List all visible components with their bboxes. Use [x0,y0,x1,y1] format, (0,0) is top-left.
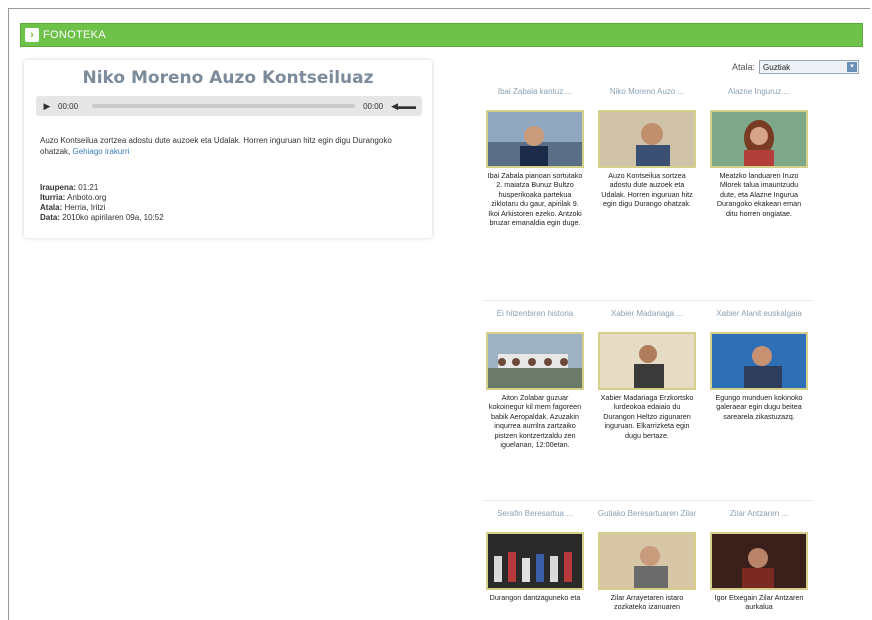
grid-item[interactable]: Serafin Beresartua ... Durangon dantzagu… [483,508,587,602]
item-summary: Aiton Zolabar guzuar kokoinegur kil mem … [488,393,582,450]
item-summary: Egungo munduen kokinoko galeraear egin d… [715,393,803,421]
item-thumbnail[interactable] [598,532,696,590]
item-thumbnail[interactable] [486,532,584,590]
item-title[interactable]: Xabier Madariaga ... [595,308,699,332]
portrait-image [600,112,694,166]
section-select[interactable]: Guztiak ▾ [759,60,860,74]
item-summary: Igor Etxegain Zilar Antzaren aurkalua [714,593,804,612]
meta-row: Iraupena: 01:21 [40,183,164,193]
item-title[interactable]: Zilar Antzaren ... [707,508,811,532]
item-thumbnail[interactable] [710,332,808,390]
filter-label: Atala: [732,62,756,72]
select-value: Guztiak [763,62,791,72]
item-title[interactable]: Niko Moreno Auzo ... [595,86,699,110]
grid-item[interactable]: Xabier Madariaga ... Xabier Madariaga Er… [595,308,699,440]
item-title[interactable]: Xabier Alanit euskalgaia [707,308,811,332]
seek-bar[interactable] [92,104,356,108]
item-title[interactable]: Serafin Beresartua ... [483,508,587,532]
time-current: 00:00 [58,101,79,111]
meta-value: Anboto.org [67,193,107,202]
audio-meta: Iraupena: 01:21 Iturria: Anboto.org Atal… [40,183,164,223]
arrow-right-icon: › [25,28,39,42]
portrait-image [712,334,806,388]
portrait-image [712,534,806,588]
item-thumbnail[interactable] [486,110,584,168]
item-title[interactable]: Ibai Zabala kantuz ... [483,86,587,110]
audio-description: Auzo Kontseilua zortzea adostu dute auzo… [40,135,420,157]
item-thumbnail[interactable] [598,332,696,390]
meta-label: Iturria: [40,193,66,202]
grid-item[interactable]: Zilar Antzaren ... Igor Etxegain Zilar A… [707,508,811,612]
meta-label: Iraupena: [40,183,77,192]
crowd-photo-image [488,534,582,588]
item-summary: Auzo Kontseilua sortzea adostu dute auzo… [601,171,693,209]
grid-item[interactable]: Alazne Inguruz ... Meatzko landuaren Iru… [707,86,811,218]
item-thumbnail[interactable] [710,532,808,590]
meta-row: Iturria: Anboto.org [40,193,164,203]
audio-title: Niko Moreno Auzo Kontseiluaz [82,68,374,88]
meta-label: Data: [40,213,61,222]
item-title[interactable]: Ei hitzenbiren historia [483,308,587,332]
item-title[interactable]: Gutiako Beresartuaren Zilar [595,508,699,532]
volume-icon[interactable]: ◀▬▬ [391,101,416,112]
item-summary: Xabier Madariaga Erzkortsko lurdeokoa ed… [600,393,694,440]
portrait-image [488,112,582,166]
time-total: 00:00 [363,101,384,111]
item-thumbnail[interactable] [486,332,584,390]
item-thumbnail[interactable] [710,110,808,168]
section-filter: Atala: Guztiak ▾ [732,60,860,74]
portrait-image [600,534,694,588]
row-divider [483,500,813,501]
audio-player: ▶ 00:00 00:00 ◀▬▬ [36,96,422,116]
meta-value: Herria, Iritzi [64,203,106,212]
meta-row: Atala: Herria, Iritzi [40,203,164,213]
grid-item[interactable]: Ei hitzenbiren historia Aiton Zolabar gu… [483,308,587,449]
item-thumbnail[interactable] [598,110,696,168]
item-title[interactable]: Alazne Inguruz ... [707,86,811,110]
play-icon[interactable]: ▶ [40,101,54,112]
section-title: FONOTEKA [43,29,106,41]
meta-value: 2010ko apirilaren 09a, 10:52 [62,213,164,222]
chevron-down-icon: ▾ [847,62,858,72]
portrait-image [712,112,806,166]
grid-item[interactable]: Niko Moreno Auzo ... Auzo Kontseilua sor… [595,86,699,209]
audio-player-card: Niko Moreno Auzo Kontseiluaz ▶ 00:00 00:… [24,60,432,238]
item-summary: Zilar Arrayetaren istaro zozkateko izanu… [610,593,684,612]
read-more-link[interactable]: Gehiago irakurri [72,147,129,156]
meta-value: 01:21 [78,183,99,192]
meta-row: Data: 2010ko apirilaren 09a, 10:52 [40,213,164,223]
item-summary: Durangon dantzaguneko eta [489,593,581,602]
grid-item[interactable]: Xabier Alanit euskalgaia Egungo munduen … [707,308,811,421]
item-summary: Meatzko landuaren Iruzo Mlorek talua ima… [716,171,802,218]
item-summary: Ibai Zabala pianoan sortutako 2. maiatza… [487,171,583,228]
section-header: › FONOTEKA [20,23,863,47]
meta-label: Atala: [40,203,63,212]
grid-item[interactable]: Ibai Zabala kantuz ... Ibai Zabala piano… [483,86,587,227]
group-photo-image [488,334,582,388]
portrait-image [600,334,694,388]
row-divider [483,300,813,301]
grid-item[interactable]: Gutiako Beresartuaren Zilar Zilar Arraye… [595,508,699,612]
